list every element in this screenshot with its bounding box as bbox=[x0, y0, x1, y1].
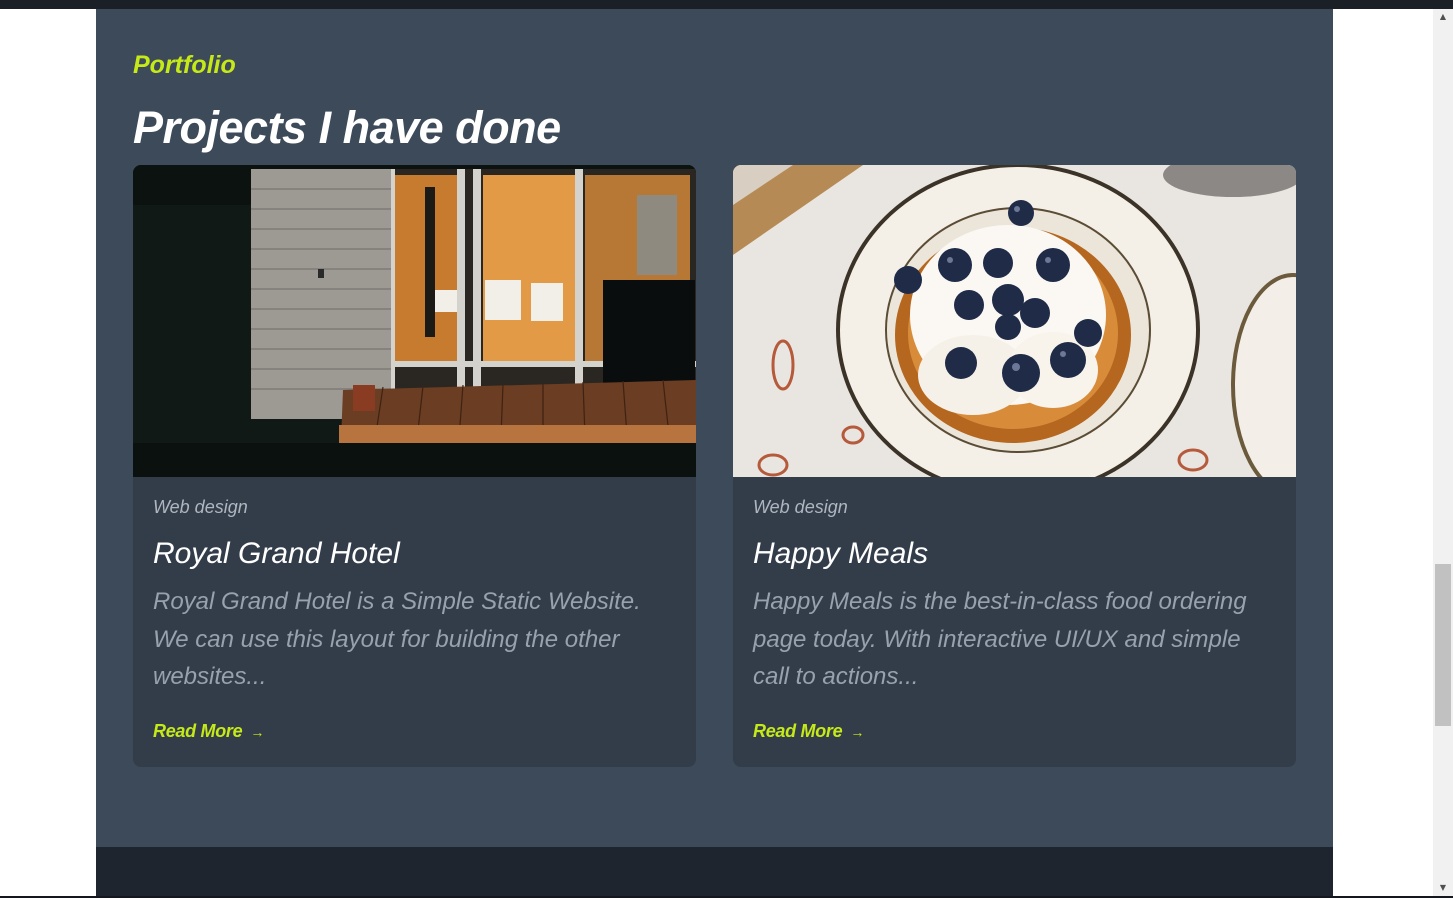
arrow-right-icon: → bbox=[850, 723, 865, 740]
project-category: Web design bbox=[153, 497, 248, 517]
project-title: Royal Grand Hotel bbox=[153, 537, 400, 570]
section-eyebrow: Portfolio bbox=[133, 51, 236, 79]
top-dark-band bbox=[0, 0, 1453, 9]
read-more-label: Read More bbox=[753, 721, 843, 741]
read-more-label: Read More bbox=[153, 721, 243, 741]
portfolio-section: Portfolio Projects I have done Web desig… bbox=[96, 9, 1333, 847]
project-title: Happy Meals bbox=[753, 537, 929, 570]
footer-band bbox=[96, 847, 1333, 896]
scroll-up-arrow-icon[interactable]: ▲ bbox=[1433, 9, 1453, 25]
project-image bbox=[133, 165, 696, 477]
project-category: Web design bbox=[753, 497, 848, 517]
arrow-right-icon: → bbox=[250, 723, 265, 740]
scrollbar-thumb[interactable] bbox=[1435, 564, 1451, 726]
project-description: Happy Meals is the best-in-class food or… bbox=[753, 588, 1247, 690]
project-card-happy-meals[interactable]: Web design Happy Meals Happy Meals is th… bbox=[733, 165, 1296, 767]
project-card-royal-grand-hotel[interactable]: Web design Royal Grand Hotel Royal Grand… bbox=[133, 165, 696, 767]
section-title: Projects I have done bbox=[133, 102, 561, 153]
vertical-scrollbar[interactable]: ▲ ▼ bbox=[1433, 9, 1453, 896]
read-more-link[interactable]: Read More → bbox=[753, 721, 864, 742]
project-image bbox=[733, 165, 1296, 477]
read-more-link[interactable]: Read More → bbox=[153, 721, 264, 742]
project-description: Royal Grand Hotel is a Simple Static Web… bbox=[153, 588, 641, 690]
scroll-down-arrow-icon[interactable]: ▼ bbox=[1433, 880, 1453, 896]
